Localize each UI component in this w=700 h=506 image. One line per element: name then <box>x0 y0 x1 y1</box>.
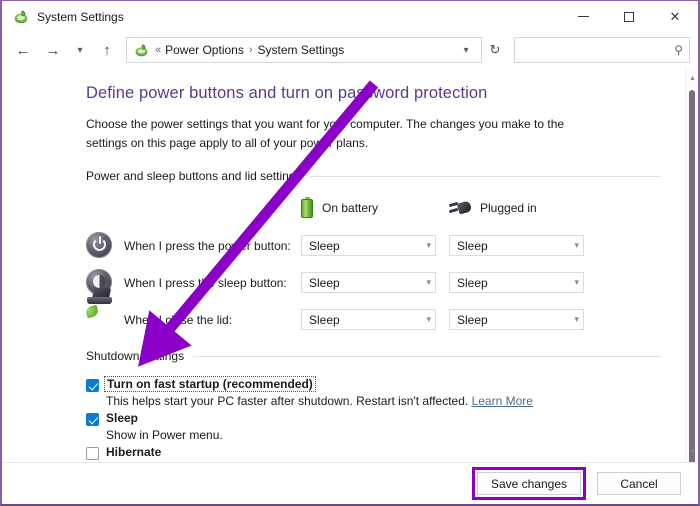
address-bar[interactable]: « Power Options › System Settings ▾ <box>126 37 482 63</box>
column-label-plugged-in: Plugged in <box>480 200 537 215</box>
chevron-down-icon: ▾ <box>463 44 469 56</box>
checkbox-row-fast-startup[interactable]: Turn on fast startup (recommended) <box>86 376 661 393</box>
save-changes-button[interactable]: Save changes <box>476 472 581 495</box>
power-options-icon <box>134 43 149 58</box>
dropdown-power-button-plugged-in[interactable]: Sleep ▾ <box>449 235 584 257</box>
dropdown-sleep-button-plugged-in[interactable]: Sleep ▾ <box>449 272 584 294</box>
recent-locations-button[interactable]: ▾ <box>68 35 92 65</box>
column-header-plugged-in: Plugged in <box>448 197 537 218</box>
forward-arrow-icon: → <box>45 41 61 59</box>
minimize-icon <box>577 16 589 17</box>
row-label-power-button: When I press the power button: <box>124 238 291 253</box>
column-headers: On battery Plugged in <box>86 197 661 219</box>
dialog-footer: Save changes Cancel <box>2 462 698 504</box>
maximize-button[interactable] <box>606 1 652 32</box>
row-label-close-lid: When I close the lid: <box>124 312 233 327</box>
save-changes-highlight: Save changes <box>471 467 586 500</box>
window-controls: ✕ <box>560 1 698 32</box>
column-label-on-battery: On battery <box>322 200 379 215</box>
page-title: Define power buttons and turn on passwor… <box>86 84 488 102</box>
dropdown-close-lid-on-battery[interactable]: Sleep ▾ <box>301 309 436 331</box>
power-options-icon <box>13 9 29 25</box>
address-dropdown-button[interactable]: ▾ <box>453 38 479 62</box>
chevron-down-icon: ▾ <box>426 314 431 325</box>
section-divider <box>310 175 661 177</box>
back-arrow-icon: ← <box>15 41 31 59</box>
laptop-lid-icon <box>84 287 114 334</box>
up-arrow-icon: ↑ <box>103 41 111 59</box>
dropdown-value: Sleep <box>309 238 340 253</box>
checkbox-label-sleep[interactable]: Sleep <box>106 411 138 425</box>
learn-more-link[interactable]: Learn More <box>472 394 533 408</box>
dropdown-value: Sleep <box>457 312 488 327</box>
minimize-button[interactable] <box>560 1 606 32</box>
chevron-down-icon: ▾ <box>574 314 579 325</box>
checkbox-row-hibernate[interactable]: Hibernate <box>86 445 661 461</box>
section-divider <box>193 355 661 357</box>
setting-row-power-button: When I press the power button: Sleep ▾ S… <box>86 227 661 264</box>
search-icon: ⚲ <box>674 43 683 57</box>
scroll-down-icon[interactable]: ▼ <box>686 444 699 460</box>
refresh-button[interactable]: ↻ <box>482 38 508 62</box>
checkbox-description-fast-startup: This helps start your PC faster after sh… <box>106 394 661 408</box>
dropdown-value: Sleep <box>457 238 488 253</box>
up-button[interactable]: ↑ <box>92 35 122 65</box>
cancel-button[interactable]: Cancel <box>597 472 681 495</box>
dropdown-value: Sleep <box>309 312 340 327</box>
section-label: Power and sleep buttons and lid settings <box>86 169 302 184</box>
address-bar-actions: ▾ <box>453 38 479 62</box>
forward-button[interactable]: → <box>38 35 68 65</box>
maximize-icon <box>624 11 634 22</box>
search-box[interactable]: ⚲ <box>514 37 690 63</box>
column-header-on-battery: On battery <box>301 197 449 219</box>
page-description: Choose the power settings that you want … <box>86 117 565 150</box>
search-input[interactable] <box>521 43 675 57</box>
chevron-down-icon: ▾ <box>77 44 83 56</box>
shutdown-section-label: Shutdown settings <box>86 349 185 364</box>
breadcrumb-item-system-settings[interactable]: System Settings <box>258 43 345 57</box>
checkbox-fast-startup[interactable] <box>86 379 99 393</box>
title-bar: System Settings ✕ <box>2 1 698 32</box>
power-buttons-section-header: Power and sleep buttons and lid settings <box>86 169 661 183</box>
back-button[interactable]: ← <box>8 35 38 65</box>
breadcrumb-separator: › <box>248 44 253 56</box>
checkbox-row-sleep[interactable]: Sleep <box>86 411 661 427</box>
chevron-down-icon: ▾ <box>426 240 431 251</box>
chevron-down-icon: ▾ <box>426 277 431 288</box>
system-settings-window: System Settings ✕ ← → ▾ ↑ « Power Option… <box>0 0 700 506</box>
setting-row-sleep-button: When I press the sleep button: Sleep ▾ S… <box>86 264 661 301</box>
navigation-bar: ← → ▾ ↑ « Power Options › System Setting… <box>2 32 698 68</box>
checkbox-sleep[interactable] <box>86 413 99 427</box>
dropdown-close-lid-plugged-in[interactable]: Sleep ▾ <box>449 309 584 331</box>
checkbox-description-sleep: Show in Power menu. <box>106 428 223 443</box>
shutdown-section-header: Shutdown settings <box>86 349 661 363</box>
chevron-down-icon: ▾ <box>574 277 579 288</box>
scrollbar-thumb[interactable] <box>689 90 695 474</box>
vertical-scrollbar[interactable]: ▲ ▼ <box>685 68 699 474</box>
window-title: System Settings <box>37 9 124 24</box>
description-text: This helps start your PC faster after sh… <box>106 394 469 409</box>
checkbox-label-fast-startup[interactable]: Turn on fast startup (recommended) <box>104 376 316 393</box>
refresh-icon: ↻ <box>489 42 501 57</box>
dropdown-sleep-button-on-battery[interactable]: Sleep ▾ <box>301 272 436 294</box>
power-button-icon <box>86 231 114 260</box>
battery-icon <box>301 197 313 219</box>
checkbox-hibernate[interactable] <box>86 447 99 461</box>
scroll-up-icon[interactable]: ▲ <box>686 70 699 86</box>
shutdown-options-list: Turn on fast startup (recommended) This … <box>86 376 661 462</box>
power-plug-icon <box>448 200 473 216</box>
breadcrumb-item-power-options[interactable]: Power Options <box>165 43 244 57</box>
content-area: Define power buttons and turn on passwor… <box>2 68 699 474</box>
row-label-sleep-button: When I press the sleep button: <box>124 275 287 290</box>
close-icon: ✕ <box>669 8 681 24</box>
close-button[interactable]: ✕ <box>652 1 698 32</box>
chevron-down-icon: ▾ <box>574 240 579 251</box>
setting-row-close-lid: When I close the lid: Sleep ▾ Sleep ▾ <box>84 287 661 338</box>
dropdown-value: Sleep <box>309 275 340 290</box>
settings-content: Define power buttons and turn on passwor… <box>2 68 685 462</box>
dropdown-power-button-on-battery[interactable]: Sleep ▾ <box>301 235 436 257</box>
breadcrumb-overflow[interactable]: « <box>155 44 165 56</box>
checkbox-label-hibernate[interactable]: Hibernate <box>106 445 161 459</box>
dropdown-value: Sleep <box>457 275 488 290</box>
